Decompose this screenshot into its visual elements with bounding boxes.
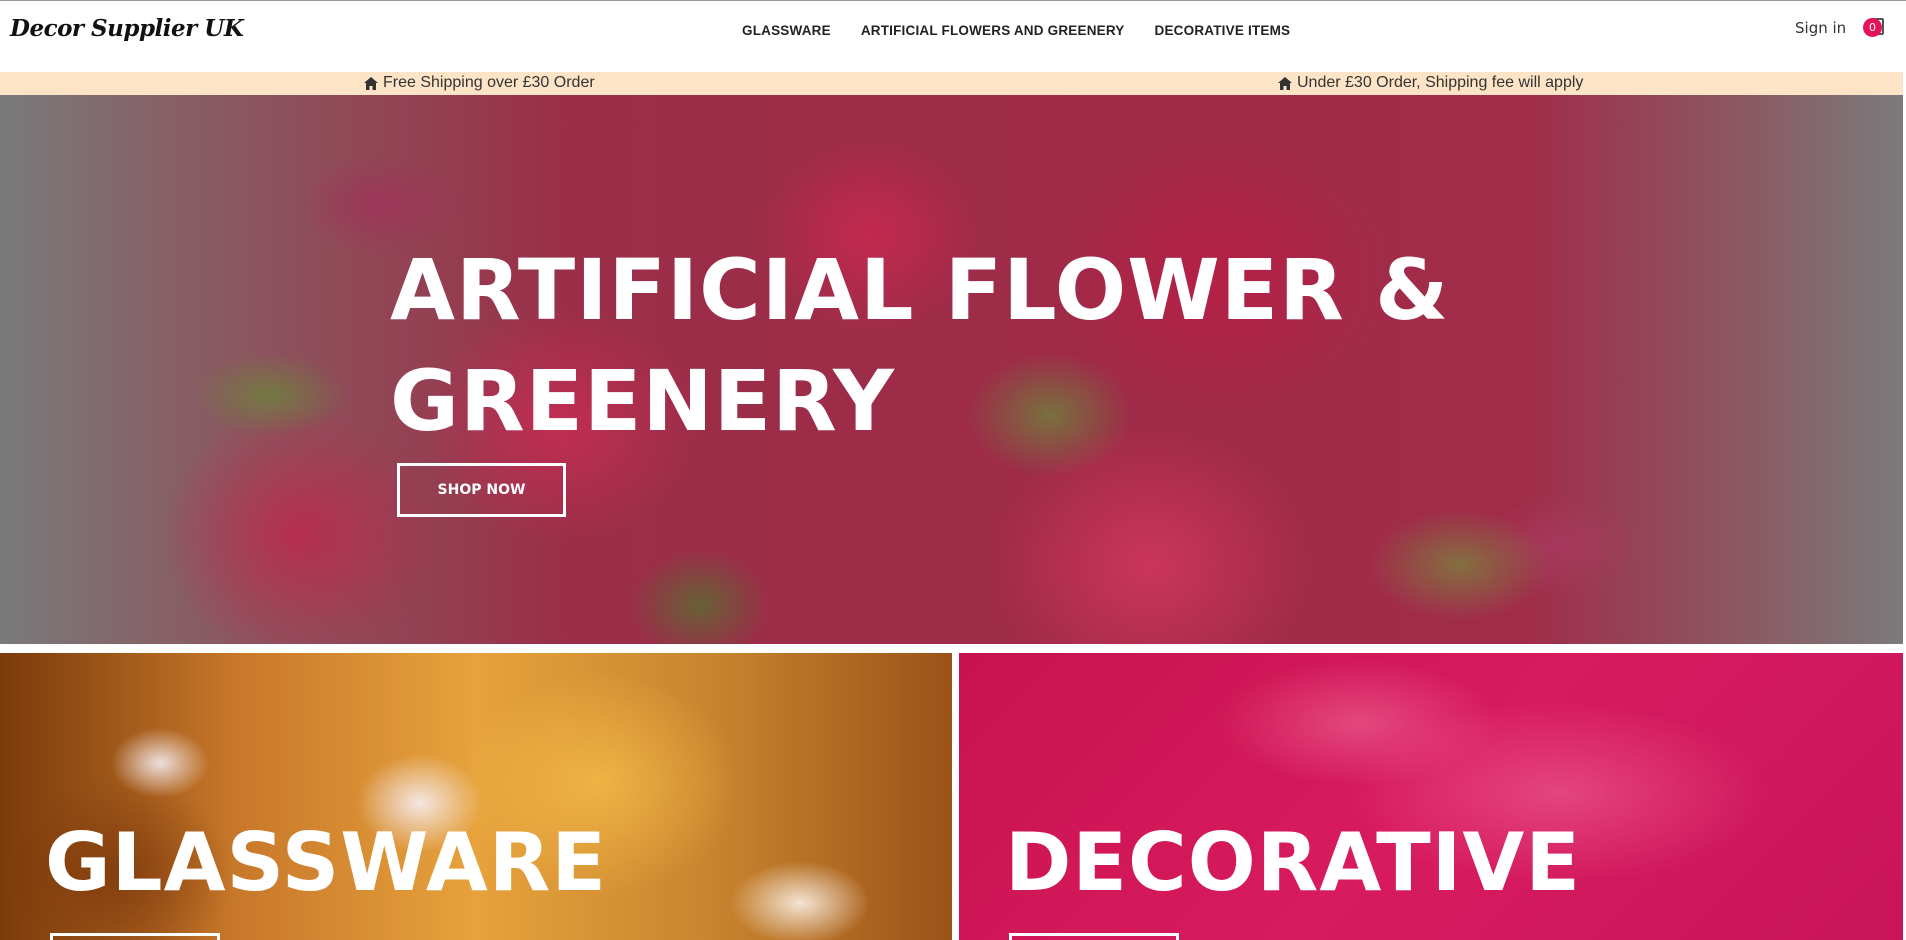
shop-now-button[interactable]: SHOP NOW <box>397 463 566 517</box>
hero-title: ARTIFICIAL FLOWER & GREENERY <box>390 235 1449 457</box>
sign-in-link[interactable]: Sign in <box>1795 19 1846 37</box>
cart-count-badge: 0 <box>1863 18 1882 37</box>
home-icon <box>1278 76 1292 90</box>
glassware-tile-title: GLASSWARE <box>45 816 608 909</box>
free-shipping-text: Free Shipping over £30 Order <box>383 74 595 91</box>
site-logo[interactable]: Decor Supplier UK <box>10 15 244 42</box>
free-shipping-notice: Free Shipping over £30 Order <box>364 74 595 92</box>
decorative-tile[interactable]: DECORATIVE <box>959 653 1903 940</box>
shipping-fee-text: Under £30 Order, Shipping fee will apply <box>1297 74 1584 91</box>
shipping-fee-notice: Under £30 Order, Shipping fee will apply <box>1278 74 1583 92</box>
decorative-tile-title: DECORATIVE <box>1005 816 1581 909</box>
site-header: Decor Supplier UK GLASSWARE ARTIFICIAL F… <box>0 0 1906 72</box>
decorative-shop-button[interactable] <box>1009 933 1179 940</box>
nav-decorative-items[interactable]: DECORATIVE ITEMS <box>1155 23 1291 38</box>
nav-artificial-flowers[interactable]: ARTIFICIAL FLOWERS AND GREENERY <box>861 23 1125 38</box>
hero-title-line2: GREENERY <box>390 352 895 450</box>
shipping-info-bar: Free Shipping over £30 Order Under £30 O… <box>0 72 1906 95</box>
glassware-shop-button[interactable] <box>50 933 220 940</box>
hero-title-line1: ARTIFICIAL FLOWER & <box>390 241 1450 339</box>
nav-glassware[interactable]: GLASSWARE <box>742 23 831 38</box>
glassware-tile[interactable]: GLASSWARE <box>0 653 952 940</box>
hero-banner: ARTIFICIAL FLOWER & GREENERY SHOP NOW <box>0 95 1903 644</box>
home-icon <box>364 76 378 90</box>
cart-button[interactable]: 0 <box>1862 15 1892 43</box>
main-nav: GLASSWARE ARTIFICIAL FLOWERS AND GREENER… <box>742 23 1290 38</box>
